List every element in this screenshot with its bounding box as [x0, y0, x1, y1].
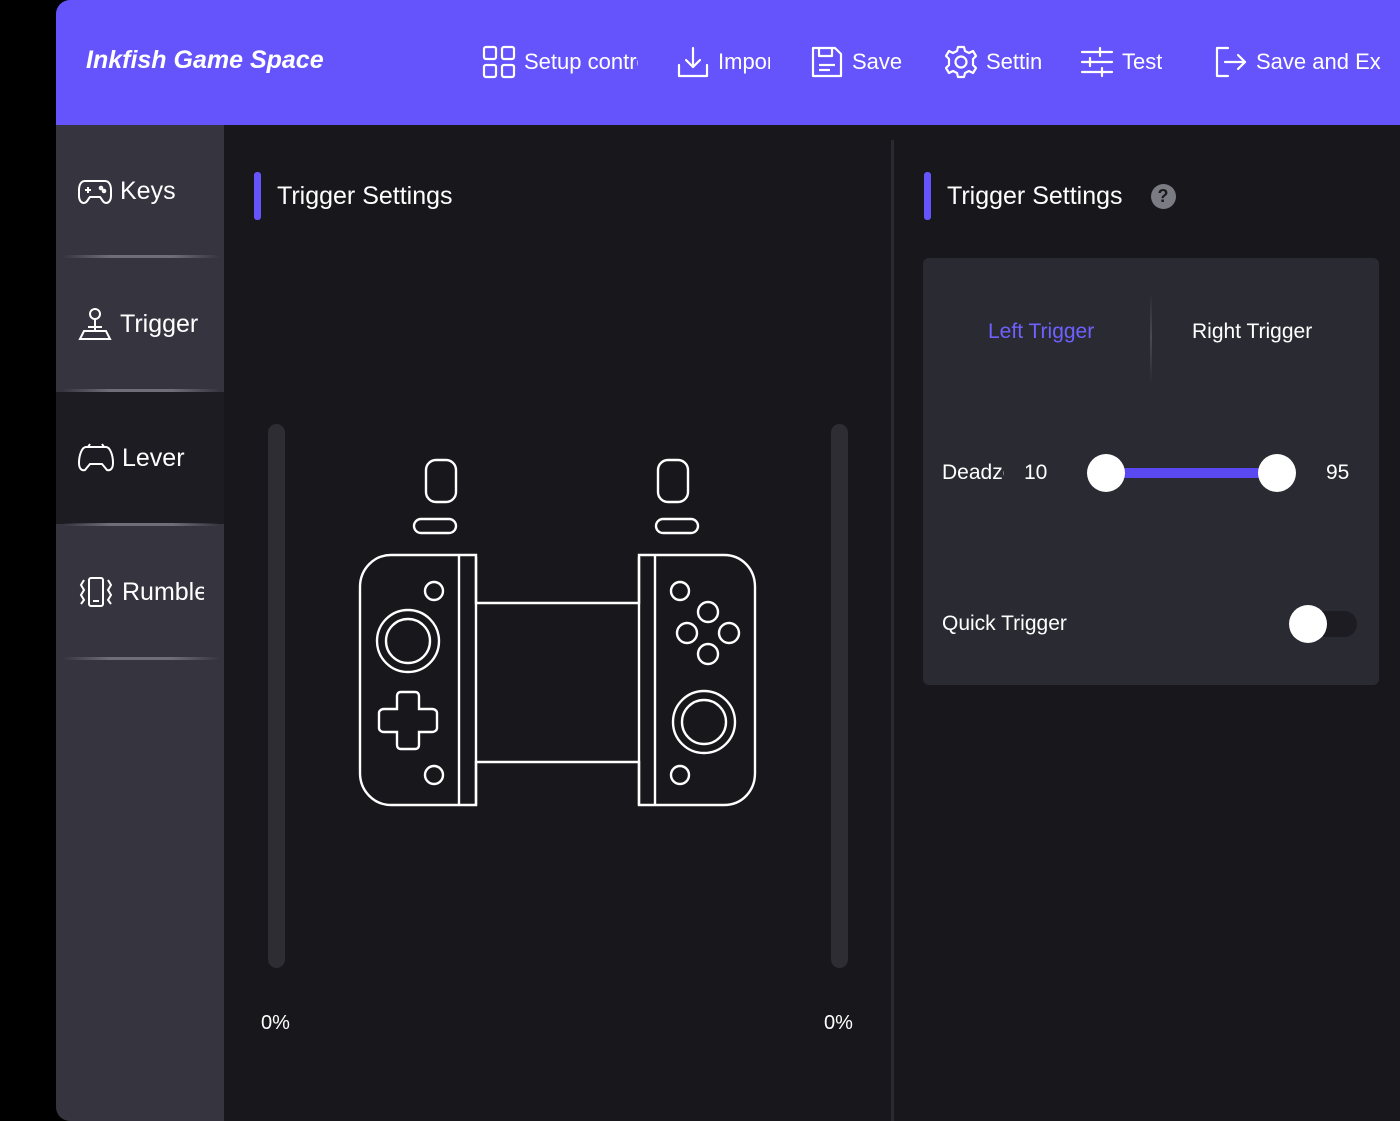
- gamepad-icon: [78, 180, 112, 205]
- settings-title: Trigger Settings: [947, 181, 1123, 210]
- right-bumper-shape: [654, 517, 700, 535]
- joystick-icon: [78, 308, 112, 340]
- settings-button[interactable]: Settings: [944, 42, 1042, 82]
- sidebar: Keys Trigger Lever Rumble: [56, 125, 224, 1121]
- sidebar-item-trigger[interactable]: Trigger: [56, 258, 224, 390]
- left-trigger-meter: [268, 424, 285, 968]
- sidebar-item-lever[interactable]: Lever: [56, 392, 224, 524]
- tab-right-trigger[interactable]: Right Trigger: [1192, 320, 1312, 344]
- quick-trigger-label: Quick Trigger: [942, 612, 1067, 635]
- quick-trigger-toggle-knob[interactable]: [1289, 605, 1327, 643]
- setup-controller-button[interactable]: Setup controller: [482, 42, 638, 82]
- download-icon: [677, 46, 709, 78]
- preview-section-header: Trigger Settings: [254, 172, 453, 220]
- trigger-settings-card: Left Trigger Right Trigger Deadzone 10 9…: [923, 258, 1379, 685]
- save-icon: [811, 46, 843, 78]
- sidebar-item-keys[interactable]: Keys: [56, 125, 224, 257]
- vibration-icon: [79, 577, 113, 607]
- deadzone-slider-track[interactable]: [1106, 468, 1278, 478]
- save-button[interactable]: Save: [810, 42, 910, 82]
- app-title: Inkfish Game Space: [86, 46, 324, 74]
- sidebar-item-label: Trigger: [120, 309, 199, 338]
- left-trigger-shape: [424, 458, 458, 504]
- tab-divider: [1150, 292, 1152, 384]
- save-label: Save: [852, 49, 903, 74]
- right-trigger-meter: [831, 424, 848, 968]
- left-bumper-shape: [412, 517, 458, 535]
- settings-section-header: Trigger Settings ?: [924, 172, 1176, 220]
- sidebar-item-label: Lever: [122, 443, 185, 472]
- accent-bar: [254, 172, 261, 220]
- accent-bar: [924, 172, 931, 220]
- grid-icon: [482, 45, 516, 79]
- sidebar-item-rumble[interactable]: Rumble: [56, 526, 224, 658]
- app-window: Inkfish Game Space Setup controller Impo…: [56, 0, 1400, 1121]
- right-trigger-value: 0%: [824, 1012, 853, 1034]
- import-button[interactable]: Import: [676, 42, 770, 82]
- sidebar-item-label: Keys: [120, 176, 176, 205]
- left-trigger-value: 0%: [261, 1012, 290, 1034]
- controller-illustration: [358, 458, 757, 807]
- preview-title: Trigger Settings: [277, 181, 453, 210]
- sliders-icon: [1080, 46, 1114, 78]
- test-label: Test: [1122, 49, 1163, 74]
- sidebar-divider: [62, 657, 220, 660]
- exit-icon: [1215, 46, 1247, 78]
- controller-icon: [78, 443, 114, 472]
- settings-label: Settings: [986, 49, 1042, 74]
- deadzone-max-value: 95: [1326, 461, 1350, 484]
- deadzone-min-handle[interactable]: [1087, 454, 1125, 492]
- panel-divider: [891, 140, 894, 1121]
- test-button[interactable]: Test: [1080, 42, 1176, 82]
- setup-controller-label: Setup controller: [524, 49, 638, 74]
- right-trigger-shape: [656, 458, 690, 504]
- deadzone-min-value: 10: [1024, 461, 1048, 484]
- import-label: Import: [718, 49, 770, 74]
- help-icon[interactable]: ?: [1150, 183, 1176, 209]
- tab-left-trigger[interactable]: Left Trigger: [988, 320, 1094, 344]
- sidebar-item-label: Rumble: [122, 577, 204, 606]
- save-and-exit-label: Save and Exit: [1256, 49, 1382, 74]
- gear-icon: [944, 45, 978, 79]
- deadzone-label: Deadzone: [942, 461, 1004, 484]
- deadzone-max-handle[interactable]: [1258, 454, 1296, 492]
- save-and-exit-button[interactable]: Save and Exit: [1214, 42, 1382, 82]
- toolbar: Inkfish Game Space Setup controller Impo…: [56, 0, 1400, 125]
